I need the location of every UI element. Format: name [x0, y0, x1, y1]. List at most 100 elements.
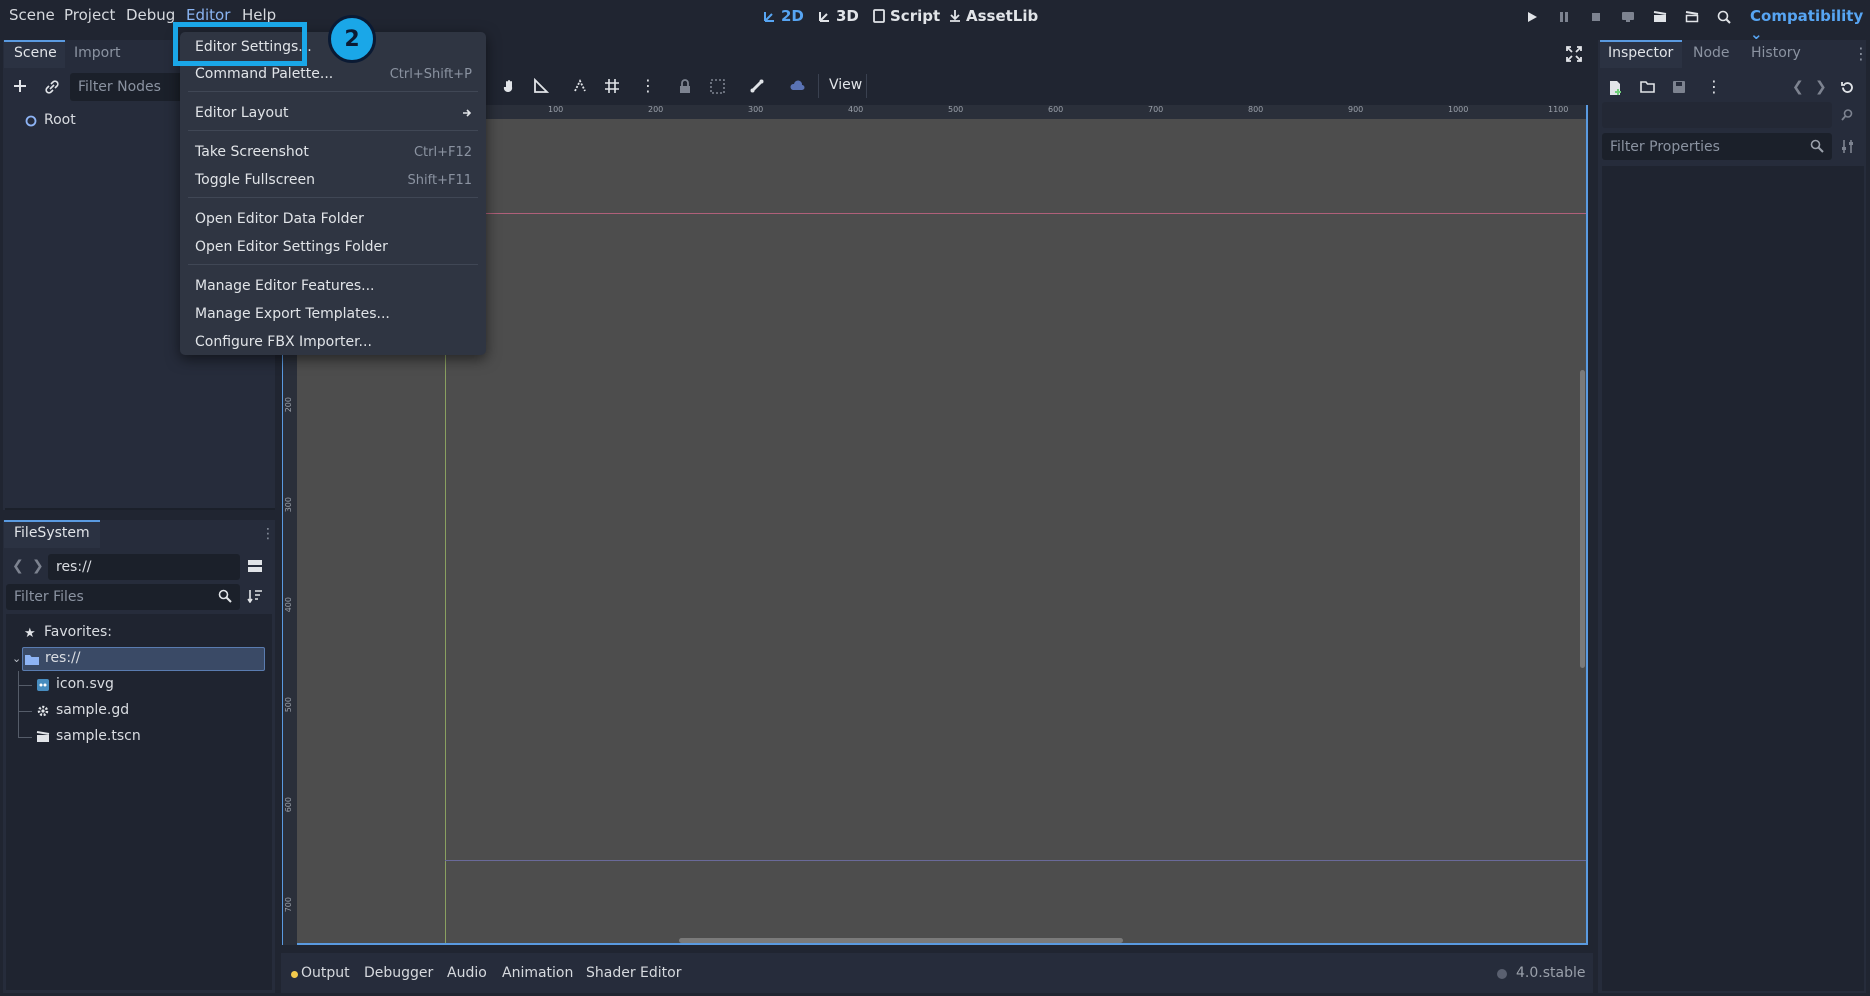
vertical-scrollbar[interactable]	[1580, 370, 1585, 668]
favorites-label[interactable]: Favorites:	[44, 624, 112, 640]
tab-output[interactable]: Output	[301, 965, 350, 981]
tab-shader-editor[interactable]: Shader Editor	[586, 965, 681, 981]
mode-3d-button[interactable]: 3D	[818, 7, 859, 25]
menu-item-editor-layout[interactable]: Editor Layout	[188, 101, 478, 125]
file-item-icon-svg[interactable]: icon.svg	[56, 676, 114, 692]
file-item-sample-tscn[interactable]: sample.tscn	[56, 728, 141, 744]
dock-divider	[5, 508, 275, 510]
history-back-icon[interactable]: ❮	[1792, 79, 1804, 95]
add-node-button[interactable]	[12, 78, 28, 94]
skeleton-button[interactable]	[749, 78, 765, 94]
smart-snap-button[interactable]	[572, 78, 588, 94]
ruler-label: 400	[284, 597, 293, 613]
menu-item-shortcut: Ctrl+Shift+P	[389, 66, 472, 82]
instance-scene-button[interactable]	[44, 79, 60, 95]
file-item-sample-gd[interactable]: sample.gd	[56, 702, 129, 718]
object-history-button[interactable]	[1840, 80, 1855, 95]
split-mode-button[interactable]	[247, 558, 263, 574]
tree-item-root[interactable]: Root	[44, 112, 76, 128]
tab-debugger[interactable]: Debugger	[364, 965, 433, 981]
tab-animation[interactable]: Animation	[502, 965, 573, 981]
sort-button[interactable]	[247, 589, 263, 603]
menu-debug[interactable]: Debug	[126, 6, 175, 24]
tab-import[interactable]: Import	[74, 45, 120, 61]
script-icon	[873, 9, 885, 23]
menu-item-take-screenshot[interactable]: Take Screenshot Ctrl+F12	[188, 140, 478, 164]
view-menu-button[interactable]: View	[829, 77, 862, 93]
menu-item-shortcut: Shift+F11	[407, 172, 472, 188]
play-icon	[1528, 12, 1537, 22]
ruler-label: 800	[1248, 105, 1264, 114]
clapperboard-icon	[1653, 11, 1667, 22]
pause-button[interactable]	[1551, 6, 1577, 28]
menu-item-open-settings-folder[interactable]: Open Editor Settings Folder	[188, 235, 478, 259]
mode-script-button[interactable]: Script	[872, 7, 940, 25]
filter-files-input[interactable]: Filter Files	[6, 584, 240, 610]
menu-item-configure-fbx[interactable]: Configure FBX Importer...	[188, 330, 478, 354]
back-arrow-icon[interactable]: ❮	[12, 558, 24, 574]
mode-assetlib-button[interactable]: AssetLib	[948, 7, 1038, 25]
tab-filesystem[interactable]: FileSystem	[14, 525, 90, 541]
movie-maker-button[interactable]	[1711, 6, 1737, 28]
menu-scene[interactable]: Scene	[9, 6, 55, 24]
save-icon	[1673, 81, 1685, 93]
menu-item-manage-export-templates[interactable]: Manage Export Templates...	[188, 302, 478, 326]
mode-2d-button[interactable]: 2D	[763, 7, 804, 25]
tab-scene[interactable]: Scene	[14, 45, 57, 61]
run-current-scene-button[interactable]	[1647, 6, 1673, 28]
play-button[interactable]	[1519, 6, 1545, 28]
menu-project[interactable]: Project	[64, 6, 115, 24]
run-custom-scene-button[interactable]	[1679, 6, 1705, 28]
x-axis-line	[297, 213, 1586, 214]
tab-audio[interactable]: Audio	[447, 965, 487, 981]
save-resource-button[interactable]	[1672, 80, 1686, 94]
menu-item-open-data-folder[interactable]: Open Editor Data Folder	[188, 207, 478, 231]
filter-properties-input[interactable]: Filter Properties	[1602, 133, 1832, 160]
inspector-menu-icon[interactable]: ⋮	[1853, 44, 1869, 63]
path-field[interactable]: res://	[48, 554, 240, 580]
grid-snap-button[interactable]	[604, 78, 620, 94]
tab-node[interactable]: Node	[1693, 45, 1730, 61]
tree-guide-branch	[18, 737, 32, 738]
renderer-select[interactable]: Compatibility ⌄	[1750, 7, 1870, 43]
filesystem-menu-icon[interactable]: ⋮	[261, 526, 275, 542]
lock-icon	[680, 79, 690, 93]
pause-icon	[1560, 12, 1568, 22]
path-value: res://	[56, 559, 92, 575]
particles-button[interactable]	[790, 79, 806, 93]
new-resource-button[interactable]	[1608, 80, 1623, 96]
ruler-mode-button[interactable]	[533, 78, 549, 94]
cloud-icon	[790, 80, 805, 90]
folder-open-icon	[1640, 81, 1655, 93]
object-selector[interactable]	[1602, 102, 1832, 128]
menu-item-manage-features[interactable]: Manage Editor Features...	[188, 274, 478, 298]
ruler-label: 700	[284, 897, 293, 913]
tab-inspector[interactable]: Inspector	[1608, 45, 1673, 61]
chevron-down-icon[interactable]: ⌄	[12, 652, 21, 665]
tree-item-res-root[interactable]: res://	[45, 650, 81, 666]
scene-file-icon	[36, 731, 50, 743]
horizontal-scrollbar[interactable]	[679, 938, 1123, 943]
ruler-label: 300	[284, 497, 293, 513]
history-forward-icon[interactable]: ❯	[1815, 79, 1827, 95]
fullscreen-icon	[1566, 46, 1582, 62]
lock-button[interactable]	[678, 79, 692, 94]
stop-button[interactable]	[1583, 6, 1609, 28]
open-resource-button[interactable]	[1640, 80, 1656, 94]
stop-icon	[1592, 13, 1600, 21]
menu-item-toggle-fullscreen[interactable]: Toggle Fullscreen Shift+F11	[188, 168, 478, 192]
horizontal-ruler: 100 200 300 400 500 600 700 800 900 1000…	[296, 105, 1586, 119]
tab-history[interactable]: History	[1751, 45, 1801, 61]
forward-arrow-icon[interactable]: ❯	[32, 558, 44, 574]
documentation-button[interactable]	[1840, 108, 1855, 123]
resource-menu-icon[interactable]: ⋮	[1706, 77, 1722, 96]
remote-debug-icon	[1622, 12, 1634, 22]
group-icon	[710, 79, 725, 94]
property-options-button[interactable]	[1840, 139, 1855, 154]
history-icon	[1841, 82, 1853, 93]
snap-options-menu-icon[interactable]: ⋮	[640, 76, 656, 95]
distraction-free-button[interactable]	[1566, 46, 1582, 62]
group-button[interactable]	[710, 79, 725, 94]
pan-mode-button[interactable]	[502, 78, 518, 94]
remote-debug-button[interactable]	[1615, 6, 1641, 28]
